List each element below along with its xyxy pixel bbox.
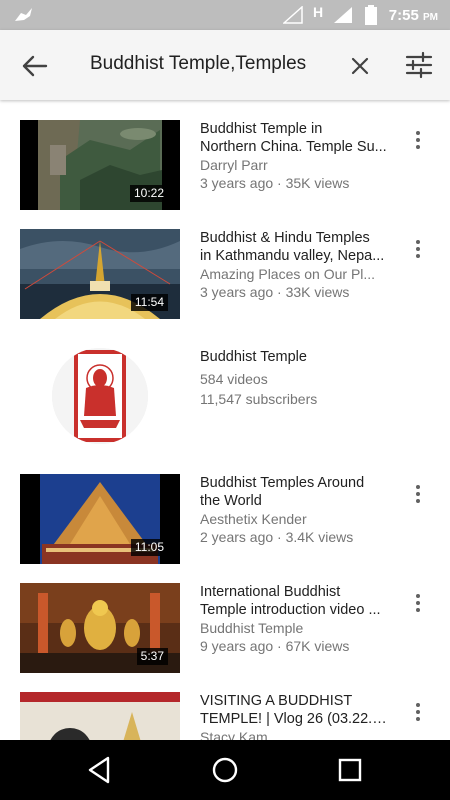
video-stats: 2 years ago · 3.4K views bbox=[200, 529, 354, 545]
video-title-line-2: TEMPLE! | Vlog 26 (03.22.15) bbox=[200, 711, 392, 727]
video-meta: International Buddhist Temple introducti… bbox=[200, 583, 392, 655]
video-meta: VISITING A BUDDHIST TEMPLE! | Vlog 26 (0… bbox=[200, 692, 392, 740]
search-query[interactable]: Buddhist Temple,Temples bbox=[90, 53, 306, 75]
video-stats: 3 years ago · 35K views bbox=[200, 175, 350, 191]
video-title-line-1: Buddhist Temples Around bbox=[200, 475, 365, 491]
channel-title: Buddhist Temple bbox=[200, 349, 307, 365]
video-meta: Buddhist Temples Around the World Aesthe… bbox=[200, 474, 392, 546]
clock-ampm: PM bbox=[423, 12, 438, 23]
video-title-line-1: VISITING A BUDDHIST bbox=[200, 693, 353, 709]
channel-meta: Buddhist Temple 584 videos 11,547 subscr… bbox=[200, 348, 392, 408]
video-title-line-2: in Kathmandu valley, Nepa... bbox=[200, 248, 385, 264]
channel-name: Aesthetix Kender bbox=[200, 511, 307, 527]
signal-icon bbox=[334, 7, 352, 23]
video-duration: 11:54 bbox=[130, 294, 168, 311]
signal-empty-icon bbox=[283, 6, 303, 24]
video-title-line-2: Temple introduction video ... bbox=[200, 602, 381, 618]
filter-icon[interactable] bbox=[404, 50, 434, 80]
video-result[interactable]: 10:22 Buddhist Temple in Northern China.… bbox=[0, 120, 450, 210]
video-title-line-1: Buddhist Temple in bbox=[200, 121, 323, 137]
video-thumbnail[interactable]: 5:37 bbox=[20, 583, 180, 673]
channel-name: Stacy Kam bbox=[200, 729, 268, 740]
more-options-icon[interactable] bbox=[408, 237, 428, 261]
back-arrow-icon[interactable] bbox=[20, 52, 50, 80]
network-type-label: H bbox=[313, 4, 324, 20]
video-duration: 5:37 bbox=[136, 648, 168, 665]
status-bar: H 7:55 PM bbox=[0, 0, 450, 30]
video-title-line-2: Northern China. Temple Su... bbox=[200, 139, 387, 155]
channel-name: Amazing Places on Our Pl... bbox=[200, 266, 376, 282]
channel-name: Buddhist Temple bbox=[200, 620, 304, 636]
video-title-line-2: the World bbox=[200, 493, 262, 509]
more-options-icon[interactable] bbox=[408, 591, 428, 615]
channel-result[interactable]: Buddhist Temple 584 videos 11,547 subscr… bbox=[0, 346, 450, 446]
video-meta: Buddhist & Hindu Temples in Kathmandu va… bbox=[200, 229, 392, 301]
channel-avatar-image bbox=[52, 348, 148, 444]
video-duration: 11:05 bbox=[130, 539, 168, 556]
close-icon[interactable] bbox=[346, 52, 374, 80]
video-result[interactable]: VISITING A BUDDHIST TEMPLE! | Vlog 26 (0… bbox=[0, 692, 450, 740]
nav-home-icon[interactable] bbox=[209, 754, 241, 786]
search-app-bar: Buddhist Temple,Temples bbox=[0, 30, 450, 100]
video-result[interactable]: 11:54 Buddhist & Hindu Temples in Kathma… bbox=[0, 229, 450, 319]
more-options-icon[interactable] bbox=[408, 482, 428, 506]
nav-back-icon[interactable] bbox=[84, 754, 116, 786]
system-nav-bar bbox=[0, 740, 450, 800]
video-thumbnail[interactable]: 10:22 bbox=[20, 120, 180, 210]
video-duration: 10:22 bbox=[129, 185, 168, 202]
channel-name: Darryl Parr bbox=[200, 157, 268, 173]
nav-recents-icon[interactable] bbox=[334, 754, 366, 786]
video-result[interactable]: 5:37 International Buddhist Temple intro… bbox=[0, 583, 450, 673]
search-results-list: 10:22 Buddhist Temple in Northern China.… bbox=[0, 100, 450, 740]
video-title: Buddhist Temple in Northern China. Templ… bbox=[200, 120, 392, 156]
video-thumbnail[interactable] bbox=[20, 692, 180, 740]
video-thumbnail[interactable]: 11:54 bbox=[20, 229, 180, 319]
video-title: International Buddhist Temple introducti… bbox=[200, 583, 392, 619]
more-options-icon[interactable] bbox=[408, 700, 428, 724]
video-result[interactable]: 11:05 Buddhist Temples Around the World … bbox=[0, 474, 450, 564]
more-options-icon[interactable] bbox=[408, 128, 428, 152]
video-thumbnail[interactable]: 11:05 bbox=[20, 474, 180, 564]
channel-video-count: 584 videos bbox=[200, 371, 268, 387]
video-stats: 3 years ago · 33K views bbox=[200, 284, 350, 300]
thumbnail-image bbox=[20, 692, 180, 740]
video-title-line-1: Buddhist & Hindu Temples bbox=[200, 230, 370, 246]
channel-subscriber-count: 11,547 subscribers bbox=[200, 391, 318, 407]
channel-avatar[interactable] bbox=[52, 348, 148, 444]
clock-time: 7:55 bbox=[388, 7, 419, 24]
video-title: Buddhist & Hindu Temples in Kathmandu va… bbox=[200, 229, 392, 265]
video-meta: Buddhist Temple in Northern China. Templ… bbox=[200, 120, 392, 192]
video-title: VISITING A BUDDHIST TEMPLE! | Vlog 26 (0… bbox=[200, 692, 392, 728]
clock: 7:55 PM bbox=[389, 7, 438, 24]
bird-icon bbox=[15, 8, 32, 21]
video-title-line-1: International Buddhist bbox=[200, 584, 341, 600]
video-stats: 9 years ago · 67K views bbox=[200, 638, 350, 654]
video-title: Buddhist Temples Around the World bbox=[200, 474, 392, 510]
battery-icon bbox=[365, 5, 377, 25]
